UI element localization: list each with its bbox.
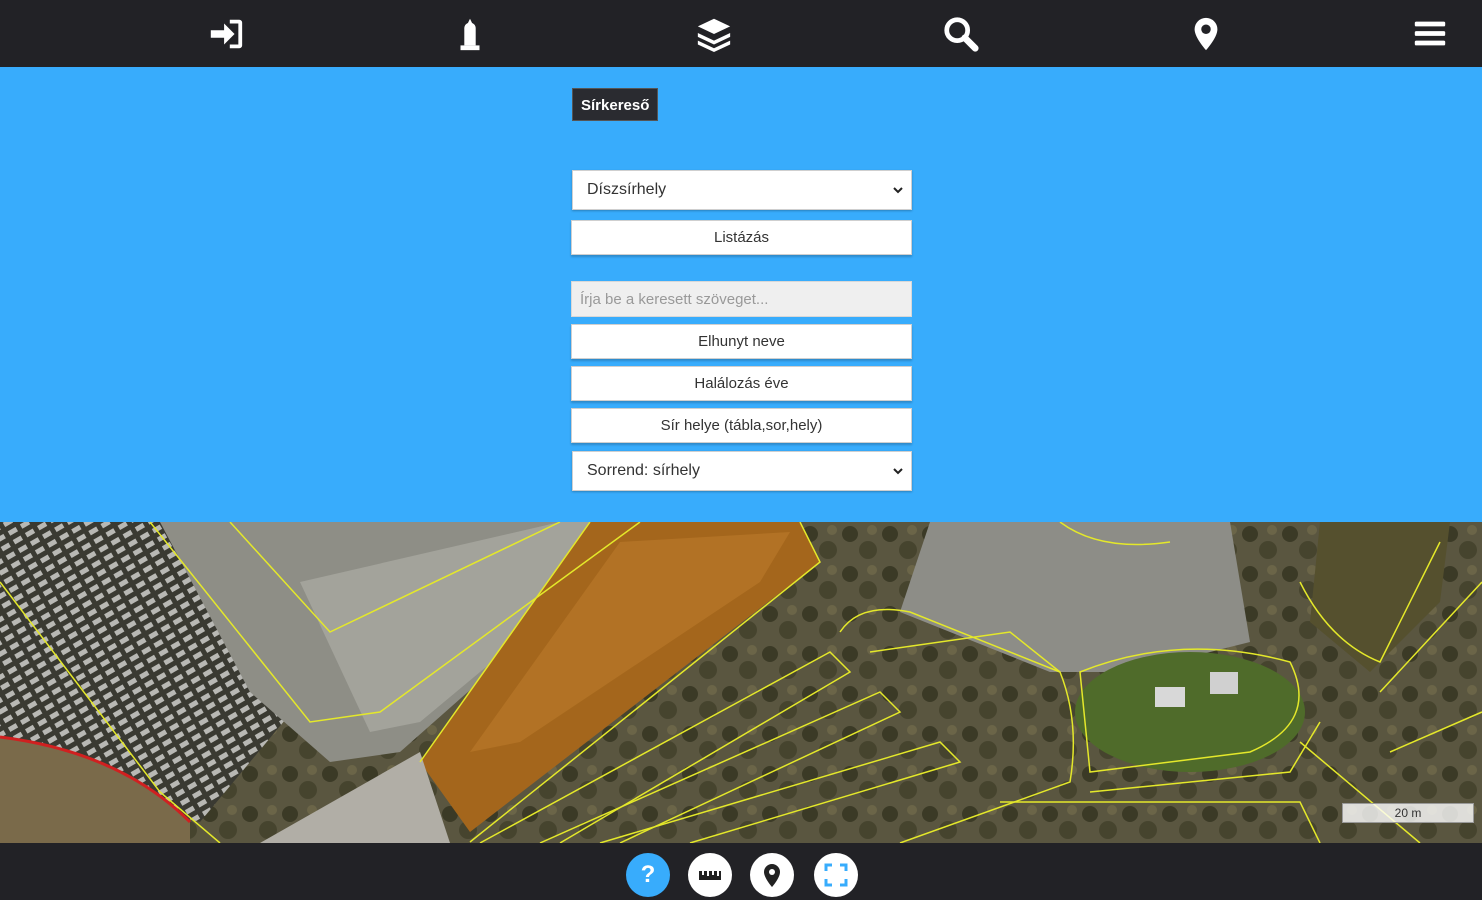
- search-icon[interactable]: [941, 14, 981, 54]
- category-select[interactable]: Díszsírhely: [572, 170, 912, 210]
- deceased-name-button[interactable]: Elhunyt neve: [571, 324, 912, 359]
- help-button[interactable]: ?: [626, 853, 670, 897]
- map-view[interactable]: 20 m: [0, 522, 1482, 843]
- fullscreen-icon: [824, 863, 848, 887]
- death-year-button[interactable]: Halálozás éve: [571, 366, 912, 401]
- tombstone-icon[interactable]: [450, 14, 490, 54]
- sign-in-icon[interactable]: [206, 14, 246, 54]
- map-marker-icon[interactable]: [1186, 14, 1226, 54]
- menu-icon[interactable]: [1410, 14, 1450, 54]
- help-icon: ?: [640, 861, 656, 888]
- bottom-toolbar: [0, 843, 1482, 900]
- location-button[interactable]: [750, 853, 794, 897]
- category-select-value: Díszsírhely: [587, 181, 667, 198]
- panel-title: Sírkereső: [572, 88, 659, 121]
- measure-button[interactable]: [688, 853, 732, 897]
- sort-select-value: Sorrend: sírhely: [587, 462, 700, 479]
- grave-location-button[interactable]: Sír helye (tábla,sor,hely): [571, 408, 912, 443]
- layers-icon[interactable]: [694, 14, 734, 54]
- measure-icon: [699, 871, 721, 880]
- map-scale-bar: 20 m: [1342, 803, 1474, 823]
- chevron-down-icon: [893, 468, 903, 475]
- aerial-map-image: [0, 522, 1482, 843]
- list-button[interactable]: Listázás: [571, 220, 912, 255]
- location-icon: [764, 864, 780, 887]
- top-toolbar: [0, 0, 1482, 67]
- sort-select[interactable]: Sorrend: sírhely: [572, 451, 912, 491]
- chevron-down-icon: [893, 187, 903, 194]
- fullscreen-button[interactable]: [814, 853, 858, 897]
- search-input[interactable]: [571, 281, 912, 317]
